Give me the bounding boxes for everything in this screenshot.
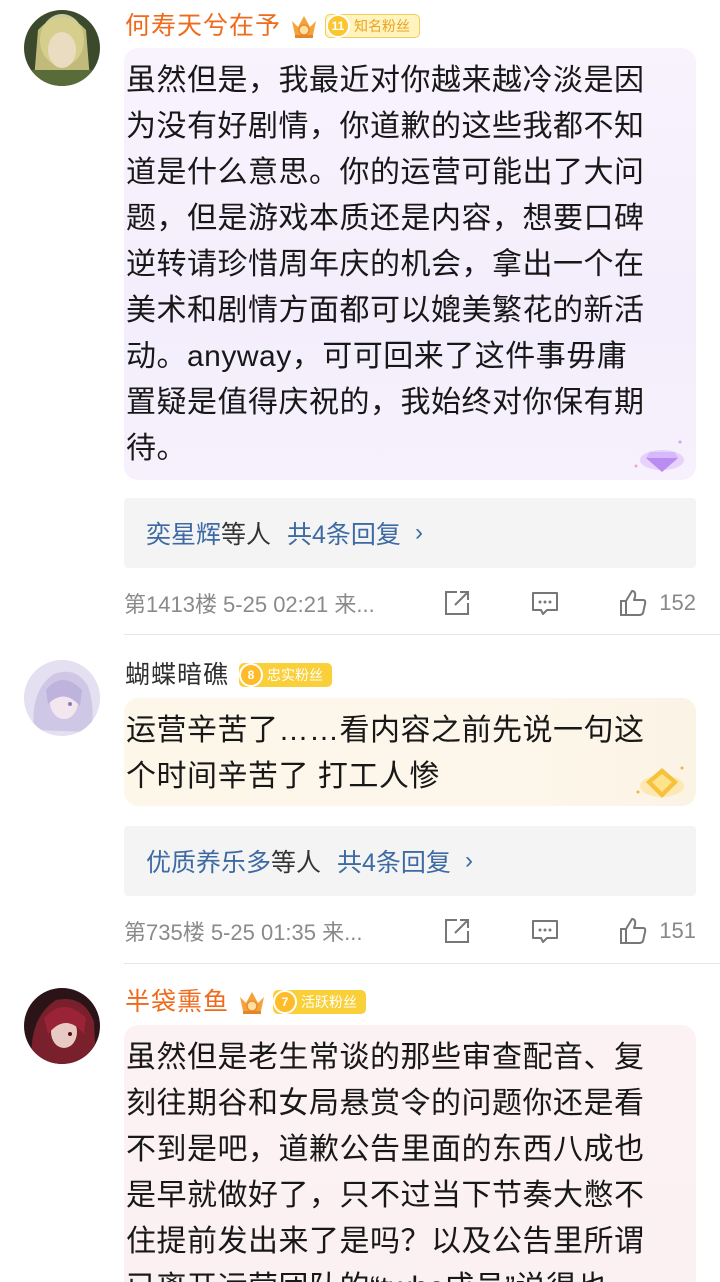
comment-line: 待。 [126, 432, 187, 465]
avatar[interactable] [24, 988, 100, 1064]
username[interactable]: 何寿天兮在予 [125, 8, 281, 44]
chevron-right-icon: › [464, 847, 473, 874]
fan-level: 11 [326, 14, 351, 38]
comment-line: 为没有好剧情，你道歉的这些我都不知 [126, 110, 645, 143]
author-row: 蝴蝶暗礁 8 忠实粉丝 [125, 657, 333, 693]
like-count: 151 [659, 918, 696, 943]
comment-line: 住提前发出来了是吗？以及公告里所谓 [126, 1225, 645, 1258]
avatar[interactable] [24, 10, 100, 86]
like-count: 152 [659, 590, 696, 615]
share-icon[interactable] [441, 587, 473, 619]
comment-line: 道是什么意思。你的运营可能出了大问 [126, 156, 645, 189]
chevron-right-icon: › [414, 519, 423, 546]
comment-icon[interactable] [529, 915, 561, 947]
comment-bubble[interactable]: 运营辛苦了……看内容之前先说一句这 个时间辛苦了 打工人惨 [124, 698, 696, 806]
crown-icon [292, 16, 317, 38]
comment-bubble[interactable]: 虽然但是老生常谈的那些审查配音、复 刻往期谷和女局悬赏令的问题你还是看 不到是吧… [124, 1025, 696, 1282]
reply-count[interactable]: 共4条回复 [337, 843, 451, 879]
reply-summary[interactable]: 奕星辉 等人 共4条回复 › [124, 498, 696, 568]
comment-line: 美术和剧情方面都可以媲美繁花的新活 [126, 294, 645, 327]
author-row: 半袋熏鱼 7 活跃粉丝 [125, 984, 367, 1020]
fan-level: 7 [273, 990, 298, 1014]
comment-line: 置疑是值得庆祝的，我始终对你保有期 [126, 386, 645, 419]
username[interactable]: 半袋熏鱼 [125, 984, 229, 1020]
like-icon[interactable] [617, 587, 649, 619]
fan-badge[interactable]: 8 忠实粉丝 [239, 663, 333, 687]
like-icon[interactable] [617, 915, 649, 947]
reply-summary[interactable]: 优质养乐多 等人 共4条回复 › [124, 826, 696, 896]
fan-level: 8 [239, 663, 264, 687]
share-icon[interactable] [441, 915, 473, 947]
fan-badge[interactable]: 7 活跃粉丝 [273, 990, 367, 1014]
comment-line: 动。anyway，可可回来了这件事毋庸 [126, 340, 628, 373]
fan-label: 忠实粉丝 [267, 667, 324, 683]
avatar-image [24, 660, 100, 736]
reply-etc: 等人 [221, 521, 272, 549]
reply-etc: 等人 [271, 849, 322, 877]
crown-icon [240, 992, 265, 1014]
fan-badge[interactable]: 11 知名粉丝 [325, 14, 421, 38]
comment-actions: 151 [441, 915, 696, 947]
comment-icon[interactable] [529, 587, 561, 619]
reply-user[interactable]: 优质养乐多 [146, 843, 271, 879]
floor-time-source: 第1413楼 5-25 02:21 来... [124, 592, 375, 617]
fan-label: 知名粉丝 [354, 18, 411, 34]
comment-line: 题，但是游戏本质还是内容，想要口碑 [126, 202, 645, 235]
avatar[interactable] [24, 660, 100, 736]
comment-line: 已离开运营团队的“twbc成员”说得也 [126, 1265, 678, 1282]
comment-line: 虽然但是，我最近对你越来越冷淡是因 [126, 64, 645, 97]
gem-icon [636, 766, 684, 798]
avatar-image [24, 10, 100, 86]
comment-line: 个时间辛苦了 打工人惨 [126, 760, 440, 793]
avatar-image [24, 988, 100, 1064]
reply-user[interactable]: 奕星辉 [146, 515, 221, 551]
username[interactable]: 蝴蝶暗礁 [125, 657, 229, 693]
comment-line: 虽然但是老生常谈的那些审查配音、复 [126, 1041, 645, 1074]
fan-label: 活跃粉丝 [301, 994, 358, 1010]
reply-count[interactable]: 共4条回复 [287, 515, 401, 551]
comment-line: 是早就做好了，只不过当下节奏大憋不 [126, 1179, 645, 1212]
comment-bubble[interactable]: 虽然但是，我最近对你越来越冷淡是因 为没有好剧情，你道歉的这些我都不知 道是什么… [124, 48, 696, 480]
comment-line: 不到是吧，道歉公告里面的东西八成也 [126, 1133, 645, 1166]
comment-line: 刻往期谷和女局悬赏令的问题你还是看 [126, 1087, 645, 1120]
divider [124, 634, 720, 635]
comment-actions: 152 [441, 587, 696, 619]
author-row: 何寿天兮在予 11 知名粉丝 [125, 8, 421, 44]
diamond-icon [634, 440, 684, 472]
comment-line: 运营辛苦了……看内容之前先说一句这 [126, 714, 645, 747]
floor-time-source: 第735楼 5-25 01:35 来... [124, 920, 363, 945]
divider [124, 963, 720, 964]
comment-line: 逆转请珍惜周年庆的机会，拿出一个在 [126, 248, 645, 281]
